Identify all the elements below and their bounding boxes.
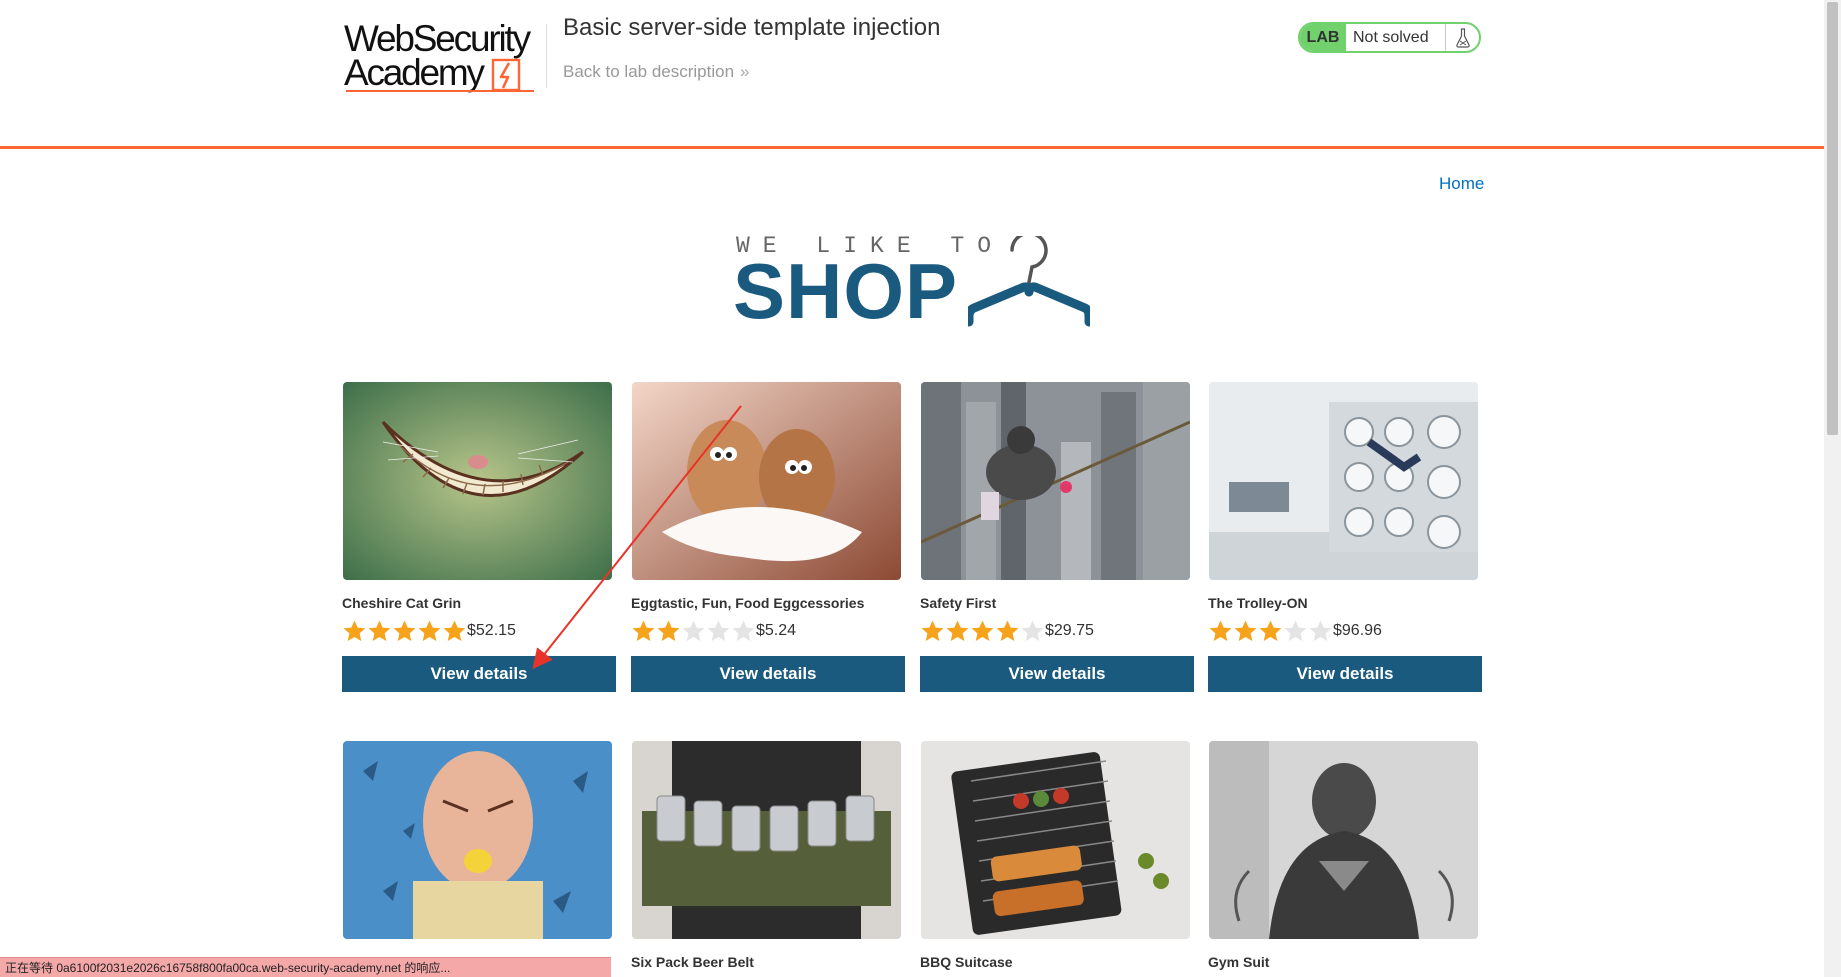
star-empty-icon [707, 620, 730, 641]
web-security-academy-logo[interactable]: WebSecurity Academy [344, 18, 544, 94]
product-rating [920, 618, 1045, 644]
star-filled-icon [921, 620, 944, 641]
product-image-gym-suit[interactable] [1209, 741, 1478, 939]
star-filled-icon [996, 620, 1019, 641]
lab-title: Basic server-side template injection [563, 14, 941, 41]
product-name: Cheshire Cat Grin [342, 595, 462, 611]
product-rating [1208, 618, 1333, 644]
logo-line2: Academy [344, 52, 485, 93]
star-filled-icon [971, 620, 994, 641]
product-name: Safety First [920, 595, 997, 611]
back-to-lab-description-link[interactable]: Back to lab description » [563, 62, 750, 82]
star-filled-icon [1209, 620, 1232, 641]
star-filled-icon [632, 620, 655, 641]
product-price: $29.75 [1045, 622, 1094, 639]
star-filled-icon [1234, 620, 1257, 641]
product-image-cheshire-cat-grin[interactable] [343, 382, 612, 580]
vertical-scrollbar[interactable] [1824, 0, 1841, 977]
product-name: BBQ Suitcase [920, 954, 1013, 970]
product-name: Gym Suit [1208, 954, 1270, 970]
product-image-bbq-suitcase[interactable] [921, 741, 1190, 939]
star-empty-icon [732, 620, 755, 641]
product-price: $52.15 [467, 622, 516, 639]
star-filled-icon [657, 620, 680, 641]
double-chevron-right-icon: » [740, 62, 750, 81]
scrollbar-thumb[interactable] [1827, 2, 1838, 435]
back-link-label: Back to lab description [563, 62, 735, 81]
product-image-lemon[interactable] [343, 741, 612, 939]
product-image-safety-first[interactable] [921, 382, 1190, 580]
product-rating [342, 618, 467, 644]
product-price: $96.96 [1333, 622, 1382, 639]
product-image-trolley-on[interactable] [1209, 382, 1478, 580]
product-name: The Trolley-ON [1208, 595, 1308, 611]
product-price: $5.24 [756, 622, 797, 639]
star-filled-icon [418, 620, 441, 641]
star-filled-icon [343, 620, 366, 641]
star-empty-icon [682, 620, 705, 641]
lab-status-widget: LAB Not solved [1298, 22, 1481, 53]
product-image-six-pack-beer-belt[interactable] [632, 741, 901, 939]
star-filled-icon [946, 620, 969, 641]
star-empty-icon [1309, 620, 1332, 641]
browser-status-bar: 正在等待 0a6100f2031e2026c16758f800fa00ca.we… [0, 957, 611, 977]
product-name: Six Pack Beer Belt [631, 954, 754, 970]
lab-status-text: Not solved [1346, 24, 1446, 51]
star-filled-icon [443, 620, 466, 641]
product-rating [631, 618, 756, 644]
banner-title: SHOP [733, 247, 959, 335]
home-link[interactable]: Home [1439, 174, 1484, 194]
lightning-bolt-icon [491, 58, 521, 92]
product-name: Eggtastic, Fun, Food Eggcessories [631, 595, 865, 611]
star-filled-icon [1259, 620, 1282, 641]
logo-underline [346, 90, 534, 92]
star-empty-icon [1284, 620, 1307, 641]
view-details-button[interactable]: View details [631, 656, 905, 692]
view-details-button[interactable]: View details [920, 656, 1194, 692]
view-details-button[interactable]: View details [342, 656, 616, 692]
product-image-eggtastic[interactable] [632, 382, 901, 580]
star-filled-icon [368, 620, 391, 641]
flask-icon [1446, 24, 1479, 51]
view-details-button[interactable]: View details [1208, 656, 1482, 692]
star-empty-icon [1021, 620, 1044, 641]
hanger-icon [968, 236, 1090, 327]
star-filled-icon [393, 620, 416, 641]
lab-header: WebSecurity Academy Basic server-side te… [0, 0, 1824, 149]
lab-badge: LAB [1300, 24, 1346, 51]
header-divider [546, 24, 547, 88]
